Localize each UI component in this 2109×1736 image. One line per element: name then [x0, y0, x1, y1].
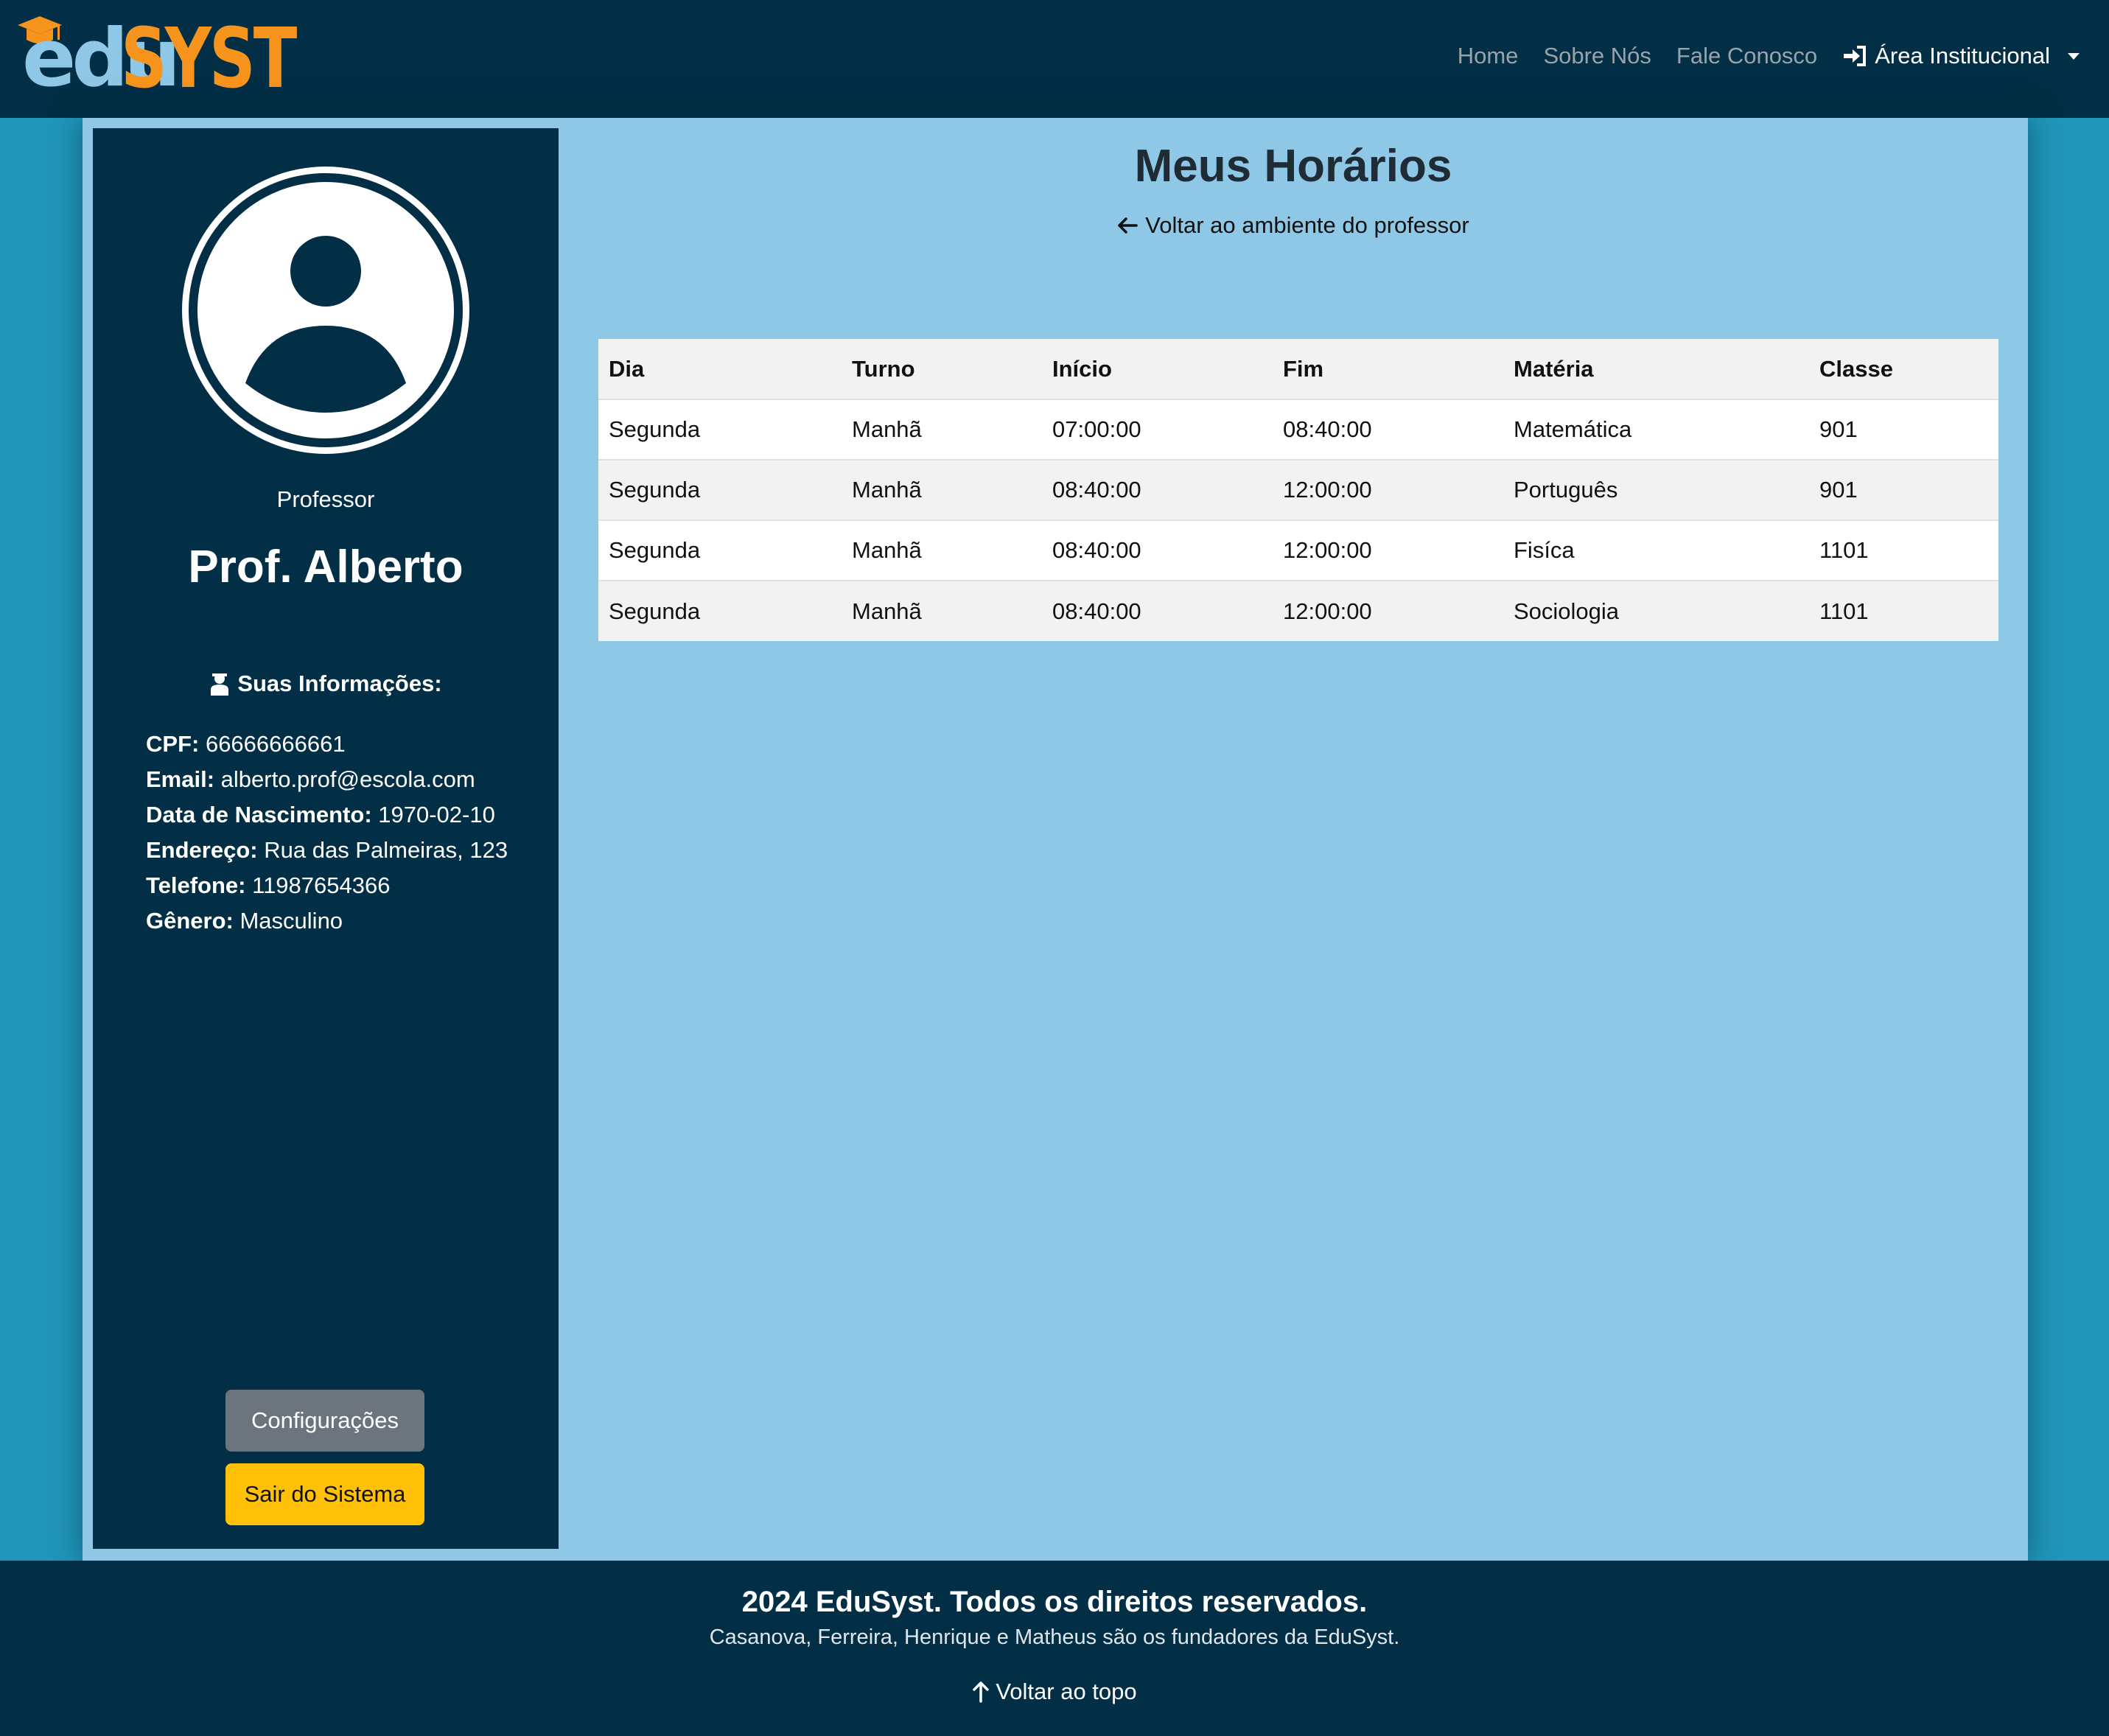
cell-fim: 12:00:00 — [1273, 581, 1503, 641]
col-dia: Dia — [598, 339, 842, 400]
footer-copyright: 2024 EduSyst. Todos os direitos reservad… — [741, 1586, 1368, 1618]
nav-fale-conosco[interactable]: Fale Conosco — [1676, 43, 1817, 69]
cell-inicio: 07:00:00 — [1042, 399, 1273, 461]
footer-founders: Casanova, Ferreira, Henrique e Matheus s… — [709, 1625, 1400, 1649]
nav-sobre-nos[interactable]: Sobre Nós — [1543, 43, 1651, 69]
cell-inicio: 08:40:00 — [1042, 520, 1273, 581]
navbar: edu SYST Home Sobre Nós Fale Conosco Áre… — [0, 0, 2109, 118]
cell-materia: Fisíca — [1503, 520, 1809, 581]
table-row: Segunda Manhã 08:40:00 12:00:00 Fisíca 1… — [598, 520, 1998, 581]
cell-turno: Manhã — [842, 460, 1042, 521]
cell-turno: Manhã — [842, 581, 1042, 641]
info-value: alberto.prof@escola.com — [220, 766, 475, 792]
info-value: 11987654366 — [252, 872, 391, 898]
info-phone: Telefone: 11987654366 — [146, 868, 508, 903]
info-label: Gênero: — [146, 908, 234, 934]
col-materia: Matéria — [1503, 339, 1809, 400]
area-institucional-label: Área Institucional — [1875, 43, 2050, 69]
col-fim: Fim — [1273, 339, 1503, 400]
cell-inicio: 08:40:00 — [1042, 581, 1273, 641]
info-gender: Gênero: Masculino — [146, 903, 508, 939]
info-label: CPF: — [146, 731, 200, 757]
page-title: Meus Horários — [1134, 141, 1452, 192]
col-classe: Classe — [1809, 339, 1998, 400]
info-email: Email: alberto.prof@escola.com — [146, 762, 508, 797]
cell-dia: Segunda — [598, 520, 842, 581]
table-row: Segunda Manhã 08:40:00 12:00:00 Portuguê… — [598, 460, 1998, 521]
back-to-teacher-link[interactable]: Voltar ao ambiente do professor — [559, 212, 2028, 239]
cell-classe: 901 — [1809, 460, 1998, 521]
configuracoes-button[interactable]: Configurações — [225, 1390, 424, 1452]
logo-text-syst: SYST — [121, 11, 297, 107]
info-address: Endereço: Rua das Palmeiras, 123 — [146, 833, 508, 868]
info-list: CPF: 66666666661 Email: alberto.prof@esc… — [146, 727, 508, 939]
nav-links: Home Sobre Nós Fale Conosco Área Institu… — [1458, 43, 2080, 69]
info-label: Data de Nascimento: — [146, 802, 372, 827]
cell-materia: Português — [1503, 460, 1809, 521]
arrow-up-icon — [973, 1681, 990, 1703]
cell-dia: Segunda — [598, 581, 842, 641]
sair-do-sistema-button[interactable]: Sair do Sistema — [225, 1463, 424, 1525]
profile-sidebar: Professor Prof. Alberto Suas Informações… — [93, 128, 559, 1549]
table-row: Segunda Manhã 07:00:00 08:40:00 Matemáti… — [598, 399, 1998, 461]
nav-home[interactable]: Home — [1458, 43, 1519, 69]
main-container: Professor Prof. Alberto Suas Informações… — [83, 118, 2028, 1561]
cell-inicio: 08:40:00 — [1042, 460, 1273, 521]
sign-in-icon — [1844, 46, 1867, 66]
info-value: 1970-02-10 — [378, 802, 495, 827]
cell-classe: 1101 — [1809, 520, 1998, 581]
area-institucional-dropdown[interactable]: Área Institucional — [1842, 43, 2080, 69]
cell-classe: 901 — [1809, 399, 1998, 461]
col-inicio: Início — [1042, 339, 1273, 400]
col-turno: Turno — [842, 339, 1042, 400]
info-value: 66666666661 — [205, 731, 346, 757]
cell-dia: Segunda — [598, 460, 842, 521]
cell-turno: Manhã — [842, 520, 1042, 581]
info-value: Masculino — [239, 908, 343, 934]
info-value: Rua das Palmeiras, 123 — [264, 837, 508, 863]
footer: 2024 EduSyst. Todos os direitos reservad… — [0, 1561, 2109, 1736]
user-role: Professor — [276, 486, 375, 512]
info-label: Endereço: — [146, 837, 258, 863]
back-to-top-link[interactable]: Voltar ao topo — [0, 1679, 2109, 1705]
cell-fim: 12:00:00 — [1273, 460, 1503, 521]
chevron-down-icon — [2068, 52, 2080, 60]
info-cpf: CPF: 66666666661 — [146, 727, 508, 762]
user-avatar-icon — [182, 167, 469, 454]
info-birthdate: Data de Nascimento: 1970-02-10 — [146, 797, 508, 833]
table-header-row: Dia Turno Início Fim Matéria Classe — [598, 339, 1998, 400]
back-to-top-label: Voltar ao topo — [996, 1679, 1137, 1704]
back-link-label: Voltar ao ambiente do professor — [1145, 212, 1469, 238]
cell-turno: Manhã — [842, 399, 1042, 461]
info-label: Email: — [146, 766, 215, 792]
cell-classe: 1101 — [1809, 581, 1998, 641]
info-title: Suas Informações: — [93, 671, 559, 697]
arrow-left-icon — [1118, 217, 1139, 234]
cell-dia: Segunda — [598, 399, 842, 461]
user-name: Prof. Alberto — [188, 542, 464, 592]
cell-materia: Sociologia — [1503, 581, 1809, 641]
cell-fim: 12:00:00 — [1273, 520, 1503, 581]
teacher-icon — [211, 673, 229, 696]
info-title-label: Suas Informações: — [237, 671, 442, 696]
schedule-table: Dia Turno Início Fim Matéria Classe Segu… — [598, 339, 1998, 641]
info-label: Telefone: — [146, 872, 246, 898]
cell-fim: 08:40:00 — [1273, 399, 1503, 461]
table-row: Segunda Manhã 08:40:00 12:00:00 Sociolog… — [598, 581, 1998, 641]
cell-materia: Matemática — [1503, 399, 1809, 461]
edusyst-logo[interactable]: edu SYST — [16, 15, 297, 103]
